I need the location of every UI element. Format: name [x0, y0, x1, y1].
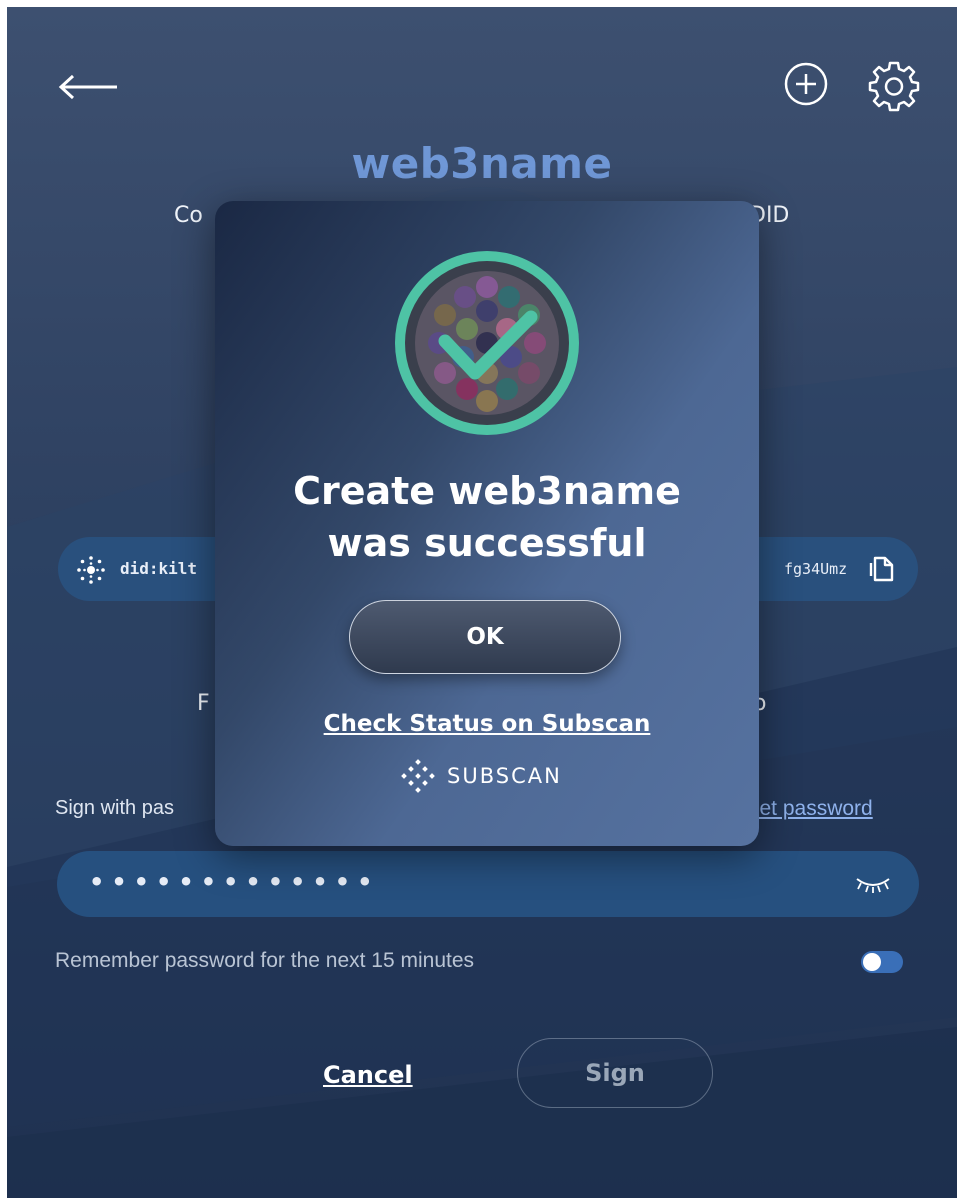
cancel-button[interactable]: Cancel — [323, 1061, 413, 1089]
subscan-logo: SUBSCAN — [397, 759, 562, 793]
password-field[interactable]: ••••••••••••• — [57, 851, 919, 917]
subscan-brand-text: SUBSCAN — [447, 764, 562, 788]
gear-icon — [868, 61, 920, 112]
modal-title-line-1: Create web3name — [293, 469, 681, 513]
app-window: web3name Co DID did:kilt fg34Umz F o Sig… — [7, 7, 957, 1198]
kilt-logo-icon — [77, 556, 105, 584]
reset-password-link[interactable]: set password — [749, 797, 873, 821]
did-text-start: did:kilt — [120, 559, 198, 578]
subtitle-fragment-left: Co — [174, 203, 203, 228]
remember-password-label: Remember password for the next 15 minute… — [55, 949, 475, 972]
remember-password-toggle[interactable] — [861, 951, 903, 973]
success-modal: Create web3name was successful OK Check … — [215, 201, 759, 846]
subscan-diamond-icon — [401, 759, 435, 793]
hidden-text-fragment-left: F — [197, 691, 210, 716]
subscan-status-link[interactable]: Check Status on Subscan — [215, 711, 759, 737]
modal-title: Create web3name was successful — [215, 465, 759, 569]
sign-button[interactable]: Sign — [517, 1038, 713, 1108]
password-label: Sign with pas — [55, 797, 174, 819]
copy-icon[interactable] — [868, 554, 896, 584]
settings-button[interactable] — [867, 59, 921, 117]
ok-button[interactable]: OK — [349, 600, 621, 674]
arrow-left-icon — [58, 74, 117, 100]
modal-title-line-2: was successful — [327, 521, 647, 565]
success-check-icon — [395, 251, 579, 435]
toggle-knob — [863, 953, 881, 971]
add-button[interactable] — [781, 59, 831, 113]
did-text-end: fg34Umz — [784, 560, 848, 578]
page-title: web3name — [351, 139, 613, 188]
back-button[interactable] — [51, 65, 123, 109]
eye-closed-icon[interactable] — [853, 873, 893, 895]
password-value: ••••••••••••• — [89, 868, 380, 896]
plus-circle-icon — [784, 62, 828, 106]
